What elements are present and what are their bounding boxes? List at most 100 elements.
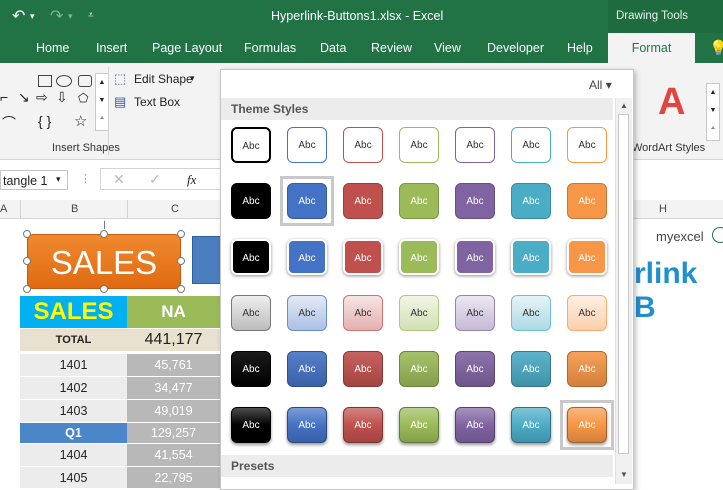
shape-style-swatch[interactable]: Abc <box>455 183 495 219</box>
resize-handle[interactable] <box>100 285 108 293</box>
row-value-cell[interactable]: 22,795 <box>127 467 220 488</box>
resize-handle[interactable] <box>23 257 31 265</box>
shape-style-swatch[interactable]: Abc <box>231 407 271 443</box>
column-header-b[interactable]: B <box>71 203 78 215</box>
column-header-a[interactable]: A <box>0 203 7 215</box>
q1-label-cell[interactable]: Q1 <box>20 423 127 443</box>
resize-handle[interactable] <box>100 230 108 238</box>
tab-formulas[interactable]: Formulas <box>244 41 296 55</box>
shape-style-swatch[interactable]: Abc <box>455 351 495 387</box>
tab-review[interactable]: Review <box>371 41 412 55</box>
text-box-button[interactable]: Text Box <box>134 95 180 109</box>
column-header-c[interactable]: C <box>171 203 179 215</box>
resize-handle[interactable] <box>23 230 31 238</box>
row-label-cell[interactable]: 1404 <box>20 444 127 466</box>
connector-shape-icon[interactable]: ⌐ <box>0 89 8 105</box>
redo-dropdown-icon[interactable]: ▾ <box>68 11 73 22</box>
shape-style-swatch[interactable]: Abc <box>343 183 383 219</box>
shape-style-swatch[interactable]: Abc <box>343 127 383 163</box>
scroll-down-icon[interactable]: ▼ <box>620 470 628 479</box>
shape-style-swatch[interactable]: Abc <box>287 239 327 275</box>
row-value-cell[interactable]: 41,554 <box>127 444 220 466</box>
shape-style-swatch[interactable]: Abc <box>231 351 271 387</box>
name-box-dropdown-icon[interactable]: ▾ <box>56 174 61 185</box>
sales-shape-button[interactable]: SALES <box>27 234 181 289</box>
down-arrow-shape-icon[interactable]: ⇩ <box>56 89 68 106</box>
shape-style-swatch[interactable]: Abc <box>399 127 439 163</box>
shape-style-swatch[interactable]: Abc <box>231 127 271 163</box>
shape-style-swatch[interactable]: Abc <box>231 239 271 275</box>
edit-shape-button[interactable]: Edit Shape <box>134 72 193 86</box>
scroll-thumb[interactable] <box>618 114 629 454</box>
tab-help[interactable]: Help <box>567 41 593 55</box>
shape-style-swatch[interactable]: Abc <box>399 407 439 443</box>
row-label-cell[interactable]: 1401 <box>20 354 127 376</box>
curve-shape-icon[interactable]: ⌒ <box>2 113 16 133</box>
shape-style-swatch[interactable]: Abc <box>455 127 495 163</box>
resize-handle[interactable] <box>177 230 185 238</box>
shape-style-swatch[interactable]: Abc <box>343 351 383 387</box>
shape-style-swatch[interactable]: Abc <box>511 295 551 331</box>
tab-format[interactable]: Format <box>608 33 695 63</box>
wordart-scroll[interactable]: ▲ ▼ ⩡ <box>706 83 720 141</box>
shape-style-swatch[interactable]: Abc <box>511 407 551 443</box>
chevron-down-icon[interactable]: ▾ <box>190 73 195 84</box>
insert-function-button[interactable]: fx <box>187 172 196 188</box>
blue-shape-button[interactable] <box>192 236 222 284</box>
star-shape-icon[interactable]: ☆ <box>74 112 87 130</box>
shape-style-swatch[interactable]: Abc <box>567 295 607 331</box>
q1-value-cell[interactable]: 129,257 <box>127 423 220 443</box>
shape-style-swatch[interactable]: Abc <box>511 351 551 387</box>
shape-style-swatch[interactable]: Abc <box>399 183 439 219</box>
tab-developer[interactable]: Developer <box>487 41 544 55</box>
wordart-quick-style[interactable]: A <box>658 81 685 124</box>
shape-style-swatch[interactable]: Abc <box>455 239 495 275</box>
shape-style-swatch[interactable]: Abc <box>567 127 607 163</box>
enter-icon[interactable]: ✓ <box>149 171 161 188</box>
tab-data[interactable]: Data <box>320 41 346 55</box>
na-header-cell[interactable]: NA <box>127 296 220 328</box>
row-label-cell[interactable]: 1405 <box>20 467 127 488</box>
shape-style-swatch[interactable]: Abc <box>567 239 607 275</box>
column-header-h[interactable]: H <box>659 203 667 215</box>
tab-page-layout[interactable]: Page Layout <box>152 41 222 55</box>
shape-style-swatch[interactable]: Abc <box>287 127 327 163</box>
cancel-icon[interactable]: ✕ <box>113 171 125 188</box>
shape-style-swatch[interactable]: Abc <box>399 295 439 331</box>
shape-style-swatch[interactable]: Abc <box>231 295 271 331</box>
row-value-cell[interactable]: 34,477 <box>127 377 220 399</box>
row-value-cell[interactable]: 49,019 <box>127 400 220 422</box>
tab-view[interactable]: View <box>434 41 461 55</box>
shape-style-swatch[interactable]: Abc <box>511 127 551 163</box>
total-label-cell[interactable]: TOTAL <box>20 329 127 351</box>
shape-style-swatch[interactable]: Abc <box>511 239 551 275</box>
resize-handle[interactable] <box>23 285 31 293</box>
shape-style-swatch[interactable]: Abc <box>287 295 327 331</box>
shape-style-swatch[interactable]: Abc <box>343 295 383 331</box>
sales-header-cell[interactable]: SALES <box>20 296 127 328</box>
shape-style-swatch[interactable]: Abc <box>343 407 383 443</box>
redo-icon[interactable]: ↷ <box>50 6 63 26</box>
bent-connector-icon[interactable]: ↘ <box>18 89 30 106</box>
rounded-rect-shape-icon[interactable] <box>78 75 92 87</box>
shape-style-swatch[interactable]: Abc <box>567 351 607 387</box>
customize-qat-icon[interactable]: ⩡ <box>88 10 94 21</box>
oval-shape-icon[interactable] <box>56 75 72 87</box>
flowchart-shape-icon[interactable]: ⬠ <box>78 91 88 105</box>
shape-style-swatch[interactable]: Abc <box>399 351 439 387</box>
undo-icon[interactable]: ↶ <box>12 6 25 26</box>
shape-style-swatch[interactable]: Abc <box>455 295 495 331</box>
shape-style-swatch[interactable]: Abc <box>343 239 383 275</box>
total-value-cell[interactable]: 441,177 <box>127 329 220 351</box>
row-label-cell[interactable]: 1403 <box>20 400 127 422</box>
shape-style-swatch[interactable]: Abc <box>287 407 327 443</box>
shape-style-swatch[interactable]: Abc <box>567 183 607 219</box>
row-label-cell[interactable]: 1402 <box>20 377 127 399</box>
resize-handle[interactable] <box>177 257 185 265</box>
shape-style-swatch[interactable]: Abc <box>455 407 495 443</box>
shape-style-swatch[interactable]: Abc <box>511 183 551 219</box>
rectangle-shape-icon[interactable] <box>38 75 52 87</box>
tab-insert[interactable]: Insert <box>96 41 127 55</box>
right-arrow-shape-icon[interactable]: ⇨ <box>36 89 48 106</box>
lightbulb-icon[interactable]: 💡 <box>709 39 723 57</box>
